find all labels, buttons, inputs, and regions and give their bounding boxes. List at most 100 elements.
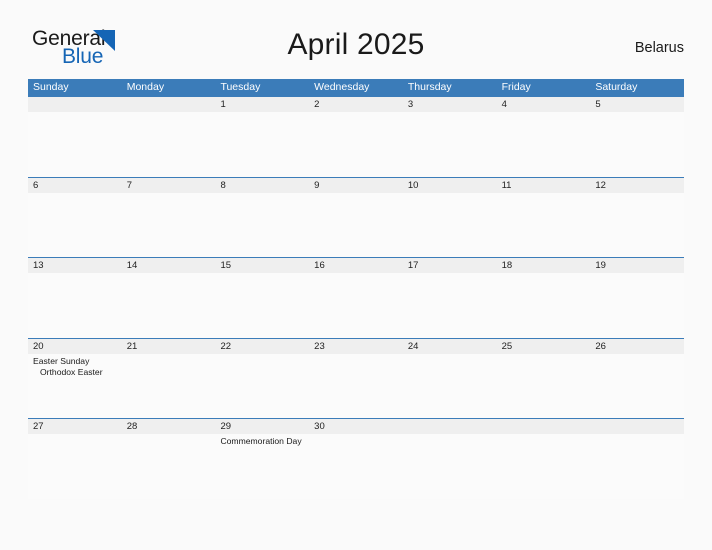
weekday-header-friday: Friday — [501, 81, 531, 93]
day-number[interactable]: 27 — [28, 419, 122, 434]
day-number-empty — [28, 97, 122, 112]
event-label: Easter Sunday — [33, 355, 90, 366]
day-number[interactable]: 11 — [497, 178, 591, 193]
day-cell[interactable] — [403, 273, 497, 337]
day-cell[interactable] — [590, 273, 684, 337]
day-cell[interactable] — [28, 193, 122, 257]
day-number[interactable]: 3 — [403, 97, 497, 112]
day-cell[interactable] — [215, 112, 309, 176]
day-number[interactable]: 14 — [122, 258, 216, 273]
day-cell — [403, 434, 497, 498]
day-cell[interactable] — [309, 354, 403, 418]
weekday-header-saturday: Saturday — [595, 81, 638, 93]
day-cell[interactable] — [497, 193, 591, 257]
day-number[interactable]: 22 — [215, 339, 309, 354]
day-number[interactable]: 17 — [403, 258, 497, 273]
day-cell[interactable] — [215, 273, 309, 337]
week-date-band: 27 28 29 30 — [28, 419, 684, 434]
day-cell[interactable] — [590, 112, 684, 176]
calendar-grid: Sunday Monday Tuesday Wednesday Thursday… — [28, 79, 684, 499]
day-cell[interactable] — [309, 193, 403, 257]
day-cell[interactable] — [590, 193, 684, 257]
calendar-week-row: 12345 — [28, 96, 684, 177]
day-number-empty — [590, 419, 684, 434]
day-number[interactable]: 28 — [122, 419, 216, 434]
country-label: Belarus — [634, 40, 684, 56]
day-number[interactable]: 1 — [215, 97, 309, 112]
day-cell[interactable] — [215, 193, 309, 257]
page-title: April 2025 — [287, 28, 425, 61]
day-cell[interactable] — [122, 434, 216, 498]
day-number-empty — [497, 419, 591, 434]
week-date-band: 12345 — [28, 97, 684, 112]
day-number[interactable]: 7 — [122, 178, 216, 193]
week-event-band — [28, 193, 684, 257]
day-cell[interactable] — [497, 354, 591, 418]
day-cell[interactable] — [497, 273, 591, 337]
day-cell[interactable] — [122, 354, 216, 418]
event-label: Orthodox Easter — [40, 367, 103, 377]
day-cell[interactable] — [122, 193, 216, 257]
day-cell[interactable] — [497, 112, 591, 176]
day-cell[interactable] — [309, 434, 403, 498]
calendar-week-row: 20 21 22 23 24 25 26 Easter Sunday Orthodox East… — [28, 337, 684, 418]
calendar-weeks: 1 2 3 4 5 6 7 8 9 10 11 12 13 14 15 16 17 18 19 20 21 22 23 24 2… — [28, 96, 684, 499]
day-number[interactable]: 26 — [590, 339, 684, 354]
day-number[interactable]: 6 — [28, 178, 122, 193]
day-number-empty — [122, 97, 216, 112]
week-event-band: Easter Sunday Orthodox Easter — [28, 354, 684, 418]
day-cell — [590, 434, 684, 498]
day-number-empty — [403, 419, 497, 434]
weekday-header-thursday: Thursday — [407, 81, 452, 93]
day-cell[interactable]: Commemoration Day — [215, 434, 309, 498]
day-number[interactable]: 21 — [122, 339, 216, 354]
day-number[interactable]: 30 — [309, 419, 403, 434]
day-number[interactable]: 16 — [309, 258, 403, 273]
day-cell[interactable]: Easter Sunday Orthodox Easter — [28, 354, 122, 418]
weekday-header-wednesday: Wednesday — [314, 81, 370, 93]
calendar-week-row: 13 14 15 16 17 18 19 — [28, 257, 684, 338]
weekday-header-sunday: Sunday — [33, 81, 69, 93]
day-cell[interactable] — [590, 354, 684, 418]
day-number[interactable]: 4 — [497, 97, 591, 112]
week-date-band: 13 14 15 16 17 18 19 — [28, 258, 684, 273]
day-number[interactable]: 18 — [497, 258, 591, 273]
day-number[interactable]: 20 — [28, 339, 122, 354]
day-cell[interactable] — [403, 193, 497, 257]
day-cell[interactable] — [403, 354, 497, 418]
day-number[interactable]: 23 — [309, 339, 403, 354]
day-number[interactable]: 25 — [497, 339, 591, 354]
calendar-page: General Blue April 2025 Belarus Sunday M… — [0, 0, 712, 550]
week-event-band: Commemoration Day — [28, 434, 684, 498]
day-number[interactable]: 8 — [215, 178, 309, 193]
week-event-band — [28, 112, 684, 176]
day-cell — [497, 434, 591, 498]
day-number[interactable]: 29 — [215, 419, 309, 434]
day-cell[interactable] — [122, 273, 216, 337]
weekday-header-monday: Monday — [126, 81, 165, 93]
week-event-band — [28, 273, 684, 337]
calendar-week-row: 6 7 8 9 10 11 12 — [28, 176, 684, 257]
day-cell — [28, 112, 122, 176]
day-number[interactable]: 13 — [28, 258, 122, 273]
day-cell[interactable] — [403, 112, 497, 176]
week-date-band: 6 7 8 9 10 11 12 — [28, 177, 684, 193]
page-header: General Blue April 2025 Belarus — [0, 0, 712, 72]
week-date-band: 20 21 22 23 24 25 26 — [28, 338, 684, 354]
calendar-week-row: 27 28 29 30 Commemoration Day — [28, 418, 684, 499]
event-label: Commemoration Day — [220, 436, 302, 446]
day-number[interactable]: 19 — [590, 258, 684, 273]
day-number[interactable]: 15 — [215, 258, 309, 273]
day-cell — [122, 112, 216, 176]
day-cell[interactable] — [28, 434, 122, 498]
day-cell[interactable] — [309, 273, 403, 337]
day-number[interactable]: 24 — [403, 339, 497, 354]
day-cell[interactable] — [309, 112, 403, 176]
day-number[interactable]: 10 — [403, 178, 497, 193]
day-cell[interactable] — [215, 354, 309, 418]
day-number[interactable]: 2 — [309, 97, 403, 112]
day-cell[interactable] — [28, 273, 122, 337]
day-number[interactable]: 5 — [590, 97, 684, 112]
day-number[interactable]: 9 — [309, 178, 403, 193]
day-number[interactable]: 12 — [590, 178, 684, 193]
